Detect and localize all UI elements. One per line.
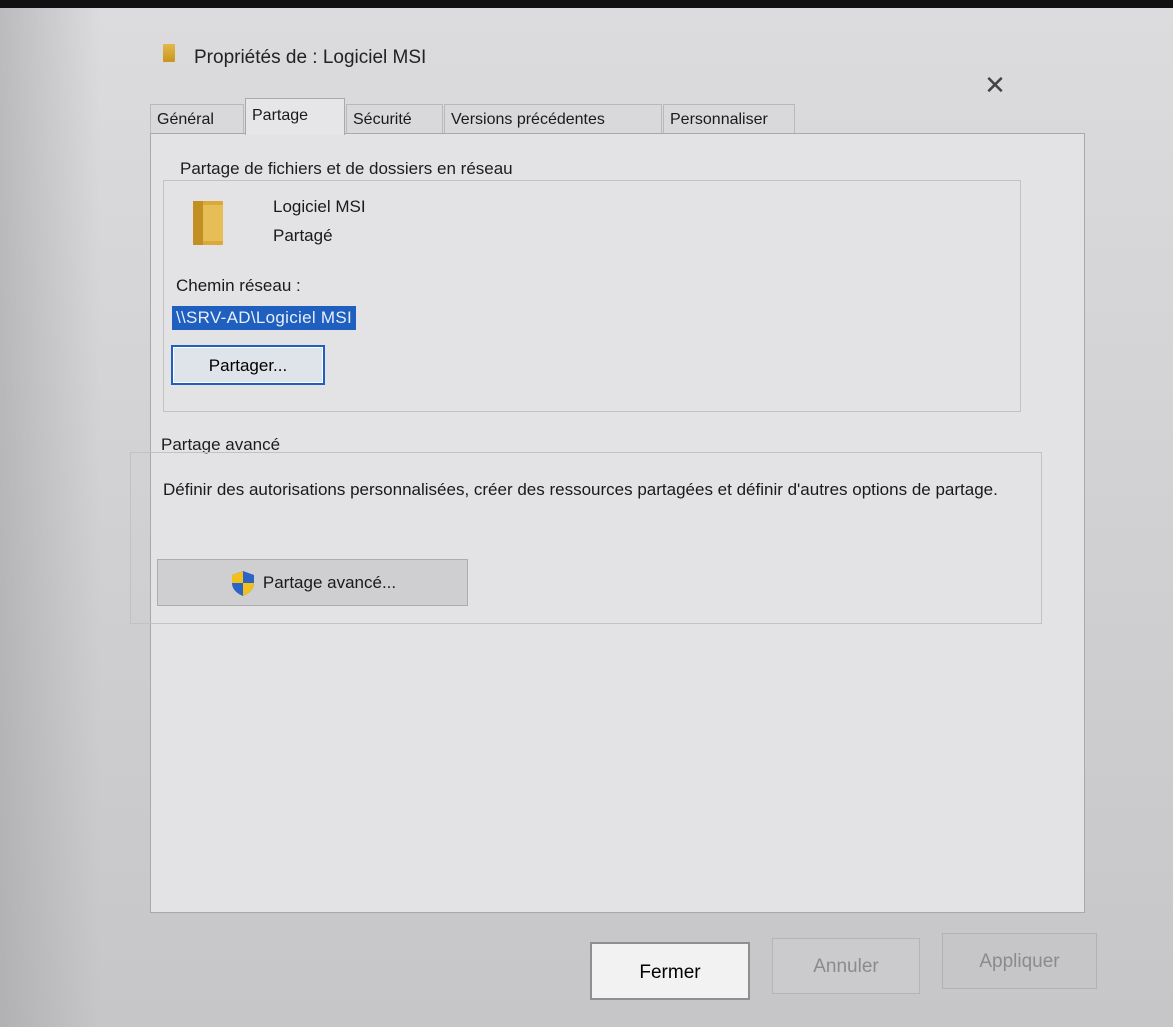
tab-sharing[interactable]: Partage bbox=[245, 98, 345, 135]
folder-icon bbox=[193, 201, 223, 245]
cancel-button[interactable]: Annuler bbox=[772, 938, 920, 994]
network-path-label: Chemin réseau : bbox=[176, 276, 301, 295]
folder-status: Partagé bbox=[273, 226, 333, 245]
network-sharing-heading: Partage de fichiers et de dossiers en ré… bbox=[180, 159, 513, 178]
folder-title-icon bbox=[163, 44, 175, 62]
shield-icon bbox=[231, 570, 254, 596]
close-icon[interactable]: ✕ bbox=[980, 70, 1010, 100]
window-title: Propriétés de : Logiciel MSI bbox=[194, 47, 427, 68]
screen-shade bbox=[0, 8, 100, 1027]
folder-name: Logiciel MSI bbox=[273, 197, 366, 216]
screen-top-edge bbox=[0, 0, 1173, 8]
close-button[interactable]: Fermer bbox=[590, 942, 750, 1000]
tab-security[interactable]: Sécurité bbox=[346, 104, 443, 134]
advanced-sharing-button-label: Partage avancé... bbox=[262, 573, 397, 592]
tab-previous-versions[interactable]: Versions précédentes bbox=[444, 104, 662, 134]
advanced-sharing-button[interactable]: Partage avancé... bbox=[157, 559, 468, 606]
apply-button[interactable]: Appliquer bbox=[942, 933, 1097, 989]
advanced-sharing-description: Définir des autorisations personnalisées… bbox=[163, 480, 998, 499]
network-path-value[interactable]: \\SRV-AD\Logiciel MSI bbox=[172, 306, 357, 330]
tab-customize[interactable]: Personnaliser bbox=[663, 104, 795, 134]
tab-general[interactable]: Général bbox=[150, 104, 244, 134]
share-button[interactable]: Partager... bbox=[171, 345, 325, 385]
